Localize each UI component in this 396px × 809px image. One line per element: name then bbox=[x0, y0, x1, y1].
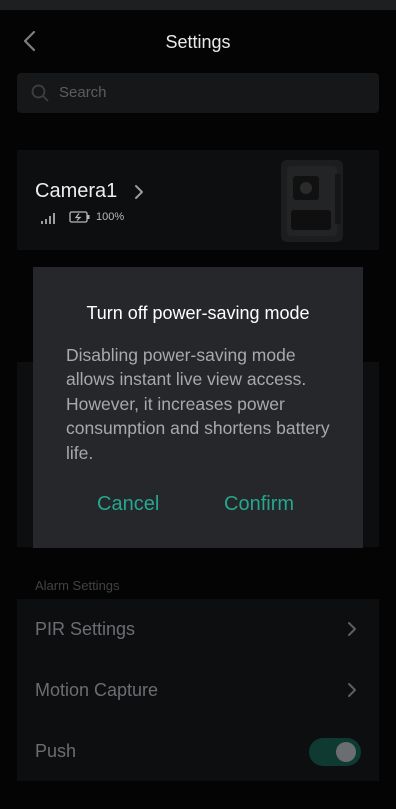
alarm-settings-card: PIR Settings Motion Capture Push bbox=[17, 599, 379, 781]
pir-settings-label: PIR Settings bbox=[35, 619, 136, 639]
search-icon bbox=[31, 84, 49, 102]
page-title: Settings bbox=[165, 32, 231, 52]
search-input[interactable]: Search bbox=[17, 73, 379, 113]
battery-level: 100% bbox=[96, 211, 125, 223]
toggle-knob bbox=[336, 742, 356, 762]
dialog-message: Disabling power-saving mode allows insta… bbox=[66, 345, 330, 463]
status-bar bbox=[0, 0, 396, 10]
push-label: Push bbox=[35, 741, 77, 761]
list-item-pir-settings[interactable]: PIR Settings bbox=[17, 599, 379, 659]
camera-name: Camera1 bbox=[35, 180, 118, 202]
search-placeholder: Search bbox=[59, 84, 107, 101]
dialog-title: Turn off power-saving mode bbox=[86, 303, 310, 323]
section-label-alarm: Alarm Settings bbox=[35, 578, 120, 593]
camera-device-image bbox=[281, 160, 343, 242]
camera-card[interactable]: Camera1 100% bbox=[17, 150, 379, 250]
top-bar: Settings bbox=[0, 10, 396, 70]
motion-capture-label: Motion Capture bbox=[35, 680, 159, 700]
confirm-button[interactable]: Confirm bbox=[224, 493, 294, 516]
signal-strength-icon bbox=[41, 213, 55, 224]
push-toggle[interactable] bbox=[309, 738, 361, 766]
power-saving-dialog: Turn off power-saving mode Disabling pow… bbox=[33, 267, 363, 548]
chevron-right-icon bbox=[348, 683, 356, 697]
chevron-right-icon bbox=[348, 622, 356, 636]
chevron-right-icon bbox=[135, 185, 143, 199]
battery-charging-icon bbox=[69, 211, 90, 223]
list-item-motion-capture[interactable]: Motion Capture bbox=[17, 660, 379, 720]
cancel-button[interactable]: Cancel bbox=[97, 493, 159, 516]
